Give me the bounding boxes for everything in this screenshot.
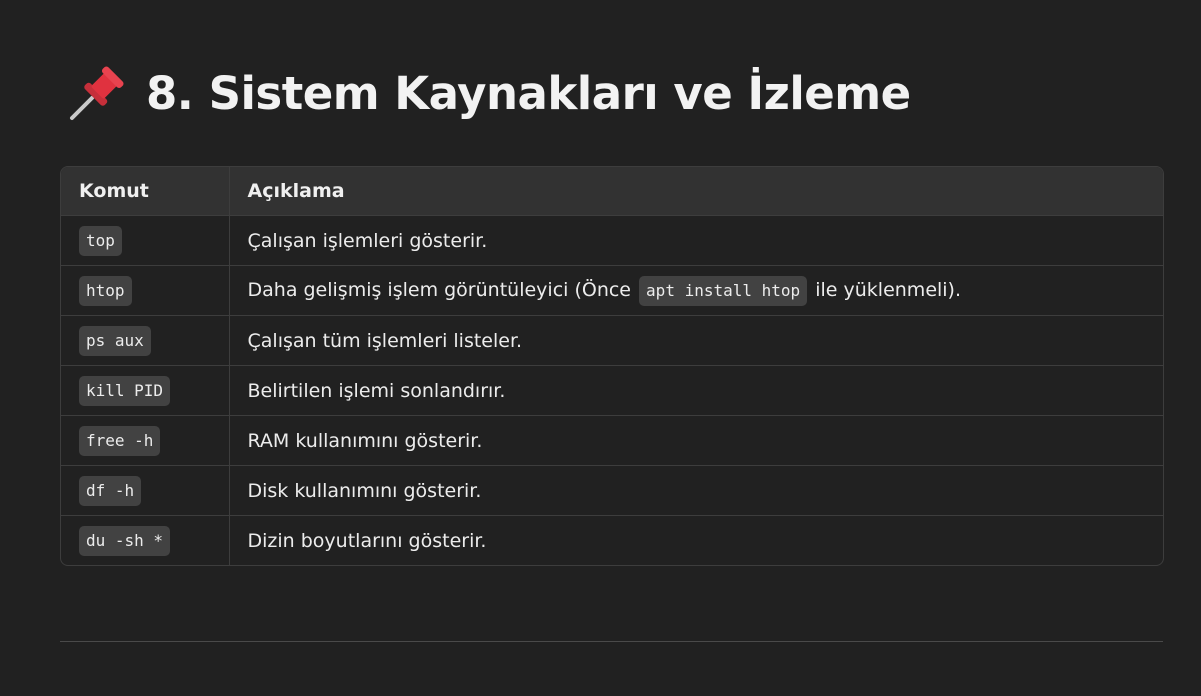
description-cell: Dizin boyutlarını gösterir.: [247, 529, 487, 552]
column-header-description: Açıklama: [229, 167, 1163, 216]
description-cell: RAM kullanımını gösterir.: [229, 415, 1163, 466]
table-row: df -h Disk kullanımını gösterir.: [61, 465, 1163, 516]
command-code: free -h: [79, 425, 161, 456]
command-cell: htop: [61, 265, 230, 316]
table-row: kill PID Belirtilen işlemi sonlandırır.: [61, 365, 1163, 416]
description-cell: Daha gelişmiş işlem görüntüleyici (Önce …: [229, 265, 1163, 316]
command-code: ps aux: [79, 325, 151, 356]
page: 8. Sistem Kaynakları ve İzleme Komut Açı…: [0, 0, 1201, 696]
command-cell: free -h: [61, 415, 230, 466]
page-title: 8. Sistem Kaynakları ve İzleme: [146, 66, 911, 120]
description-cell: Belirtilen işlemi sonlandırır.: [229, 365, 1163, 416]
table-row: free -h RAM kullanımını gösterir.: [61, 415, 1163, 466]
command-cell: ps aux: [61, 315, 230, 366]
table-row: ps aux Çalışan tüm işlemleri listeler.: [61, 315, 1163, 366]
section-heading: 8. Sistem Kaynakları ve İzleme: [66, 58, 911, 128]
table-row: htop Daha gelişmiş işlem görüntüleyici (…: [61, 265, 1163, 316]
table-header-row: Komut Açıklama: [61, 167, 1163, 216]
command-cell: top: [61, 215, 230, 266]
table-row: top Çalışan işlemleri gösterir.: [61, 215, 1163, 266]
command-code: df -h: [79, 475, 142, 506]
pushpin-icon: [66, 62, 128, 124]
commands-table: Komut Açıklama top Çalışan işlemleri gös…: [60, 166, 1164, 566]
description-text: Daha gelişmiş işlem görüntüleyici (Önce: [247, 278, 632, 301]
command-cell: kill PID: [61, 365, 230, 416]
column-header-command: Komut: [61, 167, 230, 216]
command-code: top: [79, 225, 122, 256]
command-cell: du -sh *: [61, 515, 230, 565]
description-cell: Çalışan işlemleri gösterir.: [229, 215, 1163, 266]
inline-code: apt install htop: [639, 275, 808, 306]
command-code: du -sh *: [79, 525, 171, 556]
horizontal-divider: [60, 641, 1163, 642]
description-cell: Çalışan tüm işlemleri listeler.: [229, 315, 1163, 366]
command-cell: df -h: [61, 465, 230, 516]
command-code: kill PID: [79, 375, 171, 406]
table-row: du -sh * Dizin boyutlarını gösterir.: [61, 515, 1163, 565]
description-cell: Disk kullanımını gösterir.: [229, 465, 1163, 516]
description-text: ile yüklenmeli).: [815, 278, 962, 301]
command-code: htop: [79, 275, 132, 306]
